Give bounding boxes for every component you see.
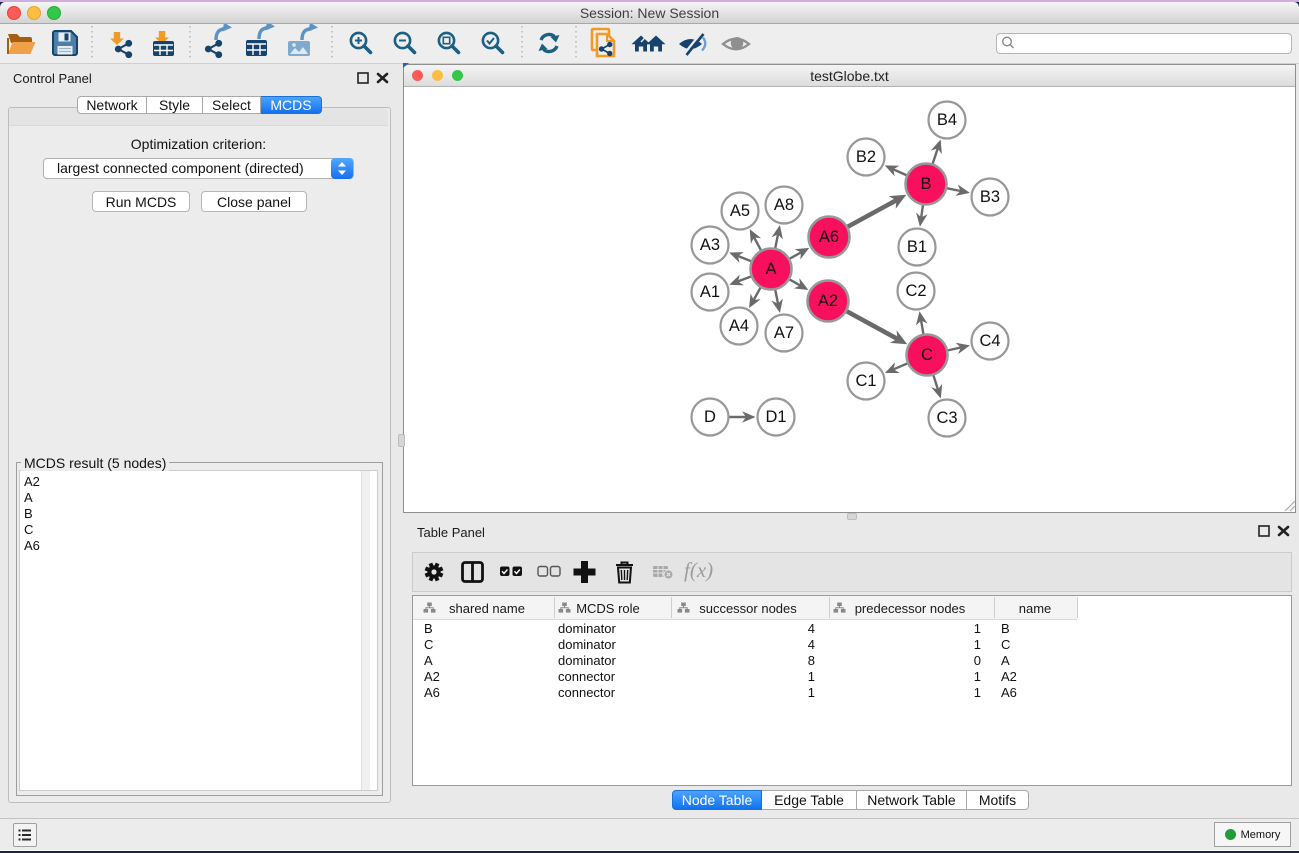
svg-text:A5: A5 xyxy=(730,202,750,220)
svg-text:C3: C3 xyxy=(936,409,957,427)
svg-text:B1: B1 xyxy=(907,238,927,256)
svg-text:D: D xyxy=(704,408,716,426)
svg-text:A7: A7 xyxy=(774,324,794,342)
svg-text:A4: A4 xyxy=(729,317,749,335)
svg-text:A3: A3 xyxy=(700,236,720,254)
svg-text:B: B xyxy=(920,175,931,193)
svg-text:B2: B2 xyxy=(856,148,876,166)
svg-text:A: A xyxy=(765,260,776,278)
svg-text:C: C xyxy=(921,346,933,364)
svg-text:B4: B4 xyxy=(937,111,957,129)
svg-text:A6: A6 xyxy=(819,228,839,246)
svg-text:D1: D1 xyxy=(765,408,786,426)
svg-text:A2: A2 xyxy=(818,292,838,310)
svg-text:A1: A1 xyxy=(700,283,720,301)
svg-text:C2: C2 xyxy=(905,282,926,300)
svg-text:C4: C4 xyxy=(979,332,1000,350)
svg-text:A8: A8 xyxy=(774,196,794,214)
svg-text:B3: B3 xyxy=(980,188,1000,206)
svg-text:C1: C1 xyxy=(855,372,876,390)
